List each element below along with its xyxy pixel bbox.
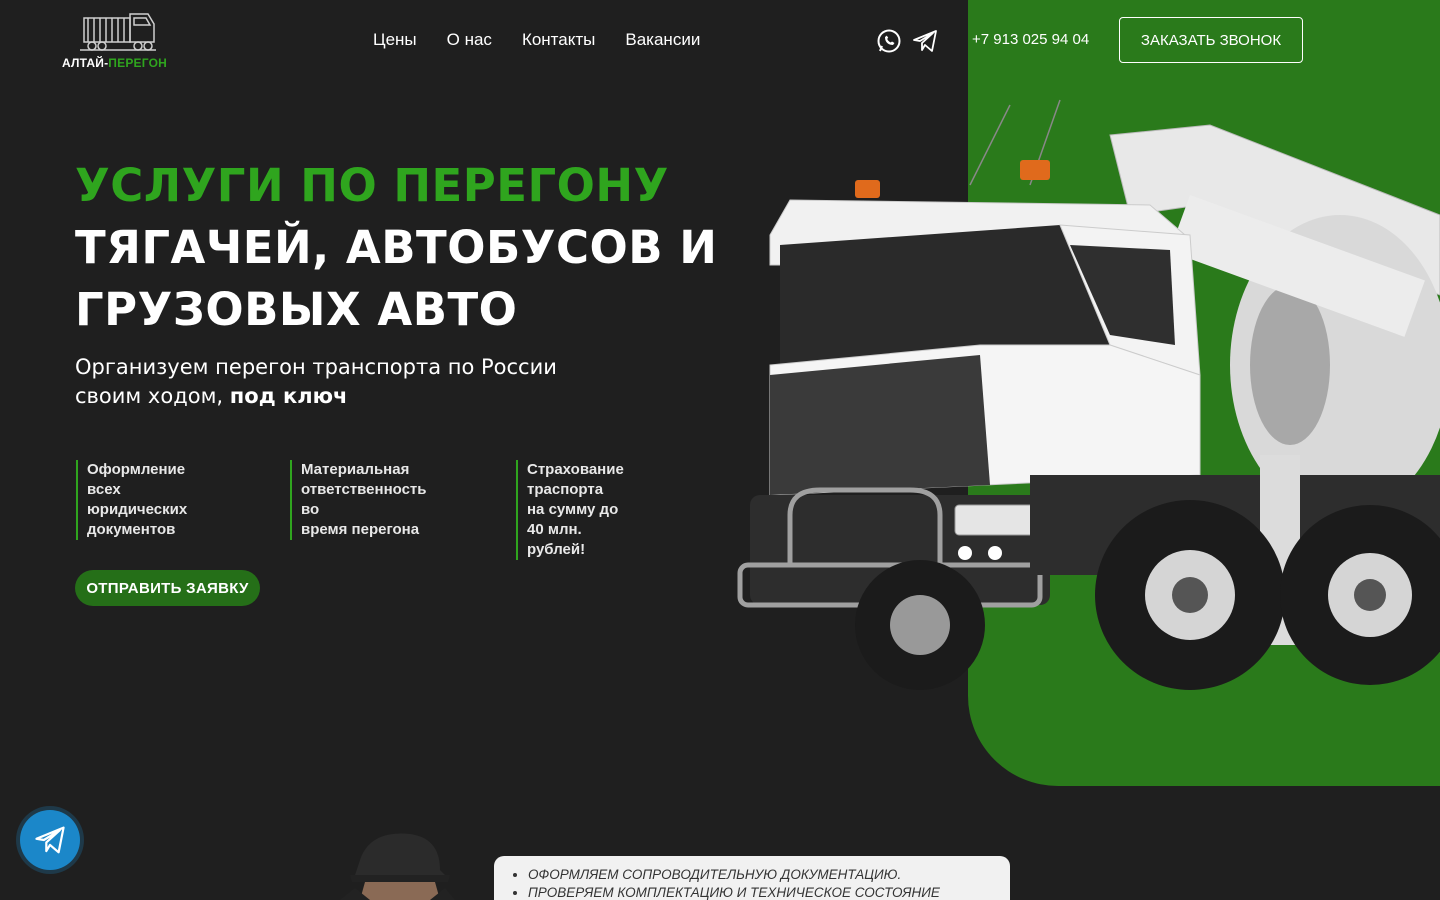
social-links bbox=[876, 28, 938, 54]
feature-text: время перегона bbox=[301, 521, 420, 538]
hero-subtitle-line2: своим ходом, bbox=[75, 384, 224, 408]
hero-title-line2: ТЯГАЧЕЙ, АВТОБУСОВ И bbox=[75, 221, 718, 274]
feature-text: документов bbox=[87, 521, 176, 538]
truck-image bbox=[737, 99, 1440, 690]
logo-text: АЛТАЙ-ПЕРЕГОН bbox=[62, 56, 167, 70]
telegram-icon[interactable] bbox=[912, 28, 938, 54]
truck-logo-icon bbox=[80, 13, 156, 51]
feature-responsibility: Материальная ответственность во время пе… bbox=[290, 460, 427, 540]
main-nav: Цены О нас Контакты Вакансии bbox=[373, 30, 700, 50]
hero-subtitle: Организуем перегон транспорта по России … bbox=[75, 353, 595, 411]
submit-request-button[interactable]: ОТПРАВИТЬ ЗАЯВКУ bbox=[75, 570, 260, 606]
feature-text: рублей! bbox=[527, 541, 586, 558]
list-item: ОФОРМЛЯЕМ СОПРОВОДИТЕЛЬНУЮ ДОКУМЕНТАЦИЮ. bbox=[528, 866, 1010, 884]
feature-text: на сумму до 40 млн. bbox=[527, 501, 619, 538]
feature-text: Страхование траспорта bbox=[527, 461, 624, 498]
nav-link-prices[interactable]: Цены bbox=[373, 30, 417, 50]
feature-text: Оформление всех bbox=[87, 461, 186, 498]
telegram-icon bbox=[35, 826, 65, 854]
feature-documents: Оформление всех юридических документов bbox=[76, 460, 187, 540]
feature-text: юридических bbox=[87, 501, 188, 518]
hero-title: УСЛУГИ ПО ПЕРЕГОНУ ТЯГАЧЕЙ, АВТОБУСОВ И … bbox=[75, 155, 717, 341]
phone-number[interactable]: +7 913 025 94 04 bbox=[972, 31, 1089, 48]
feature-text: ответственность во bbox=[301, 481, 427, 518]
services-list: ОФОРМЛЯЕМ СОПРОВОДИТЕЛЬНУЮ ДОКУМЕНТАЦИЮ.… bbox=[528, 866, 1010, 900]
nav-link-about[interactable]: О нас bbox=[447, 30, 492, 50]
driver-photo bbox=[340, 833, 455, 900]
feature-text: Материальная bbox=[301, 461, 410, 478]
feature-insurance: Страхование траспорта на сумму до 40 млн… bbox=[516, 460, 624, 560]
services-card: ОФОРМЛЯЕМ СОПРОВОДИТЕЛЬНУЮ ДОКУМЕНТАЦИЮ.… bbox=[494, 856, 1010, 900]
nav-link-contacts[interactable]: Контакты bbox=[522, 30, 595, 50]
whatsapp-icon[interactable] bbox=[876, 28, 902, 54]
hero-subtitle-line1: Организуем перегон транспорта по России bbox=[75, 355, 557, 379]
floating-telegram-button[interactable] bbox=[20, 810, 80, 870]
hero-title-line1: УСЛУГИ ПО ПЕРЕГОНУ bbox=[75, 159, 669, 212]
hero-subtitle-bold: под ключ bbox=[229, 384, 348, 408]
site-logo[interactable]: АЛТАЙ-ПЕРЕГОН bbox=[62, 12, 182, 72]
nav-link-vacancies[interactable]: Вакансии bbox=[625, 30, 700, 50]
list-item: ПРОВЕРЯЕМ КОМПЛЕКТАЦИЮ И ТЕХНИЧЕСКОЕ СОС… bbox=[528, 884, 1010, 900]
order-call-button[interactable]: ЗАКАЗАТЬ ЗВОНОК bbox=[1119, 17, 1303, 63]
hero-title-line3: ГРУЗОВЫХ АВТО bbox=[75, 283, 518, 336]
